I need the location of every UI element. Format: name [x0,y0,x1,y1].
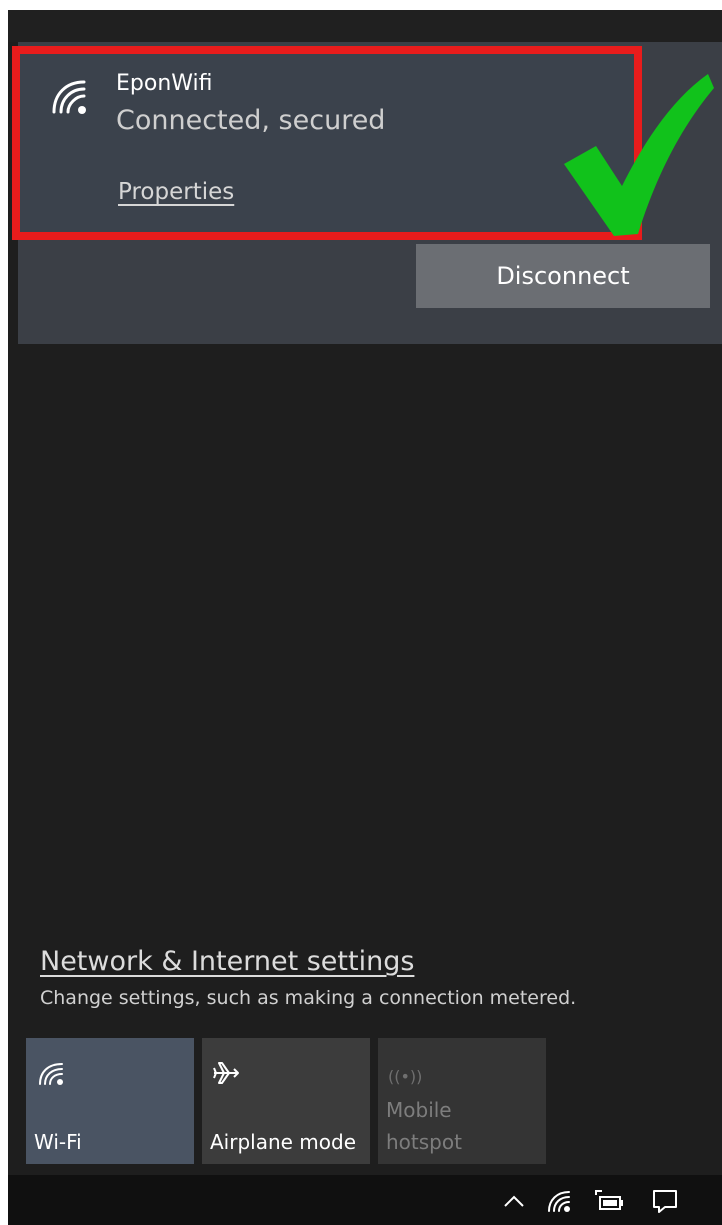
battery-icon[interactable] [590,1187,626,1215]
wifi-icon [39,1063,63,1085]
hotspot-tile-label-line1: Mobile [386,1098,452,1122]
checkmark-icon [564,74,714,236]
mobile-hotspot-tile[interactable]: ((•)) Mobile hotspot [378,1038,546,1164]
network-settings-description: Change settings, such as making a connec… [40,987,577,1009]
wifi-tile-label: Wi-Fi [34,1130,82,1154]
hotspot-icon: ((•)) [388,1067,423,1086]
network-settings-link[interactable]: Network & Internet settings [40,946,414,978]
airplane-icon [213,1062,239,1084]
hotspot-tile-label-line2: hotspot [386,1130,462,1154]
network-list-area [18,344,722,944]
taskbar [8,1175,722,1225]
disconnect-button[interactable]: Disconnect [416,244,710,308]
wifi-icon [52,80,86,114]
properties-link[interactable]: Properties [118,178,234,206]
wifi-icon[interactable] [544,1187,574,1215]
network-status: Connected, secured [116,105,386,136]
airplane-tile-label: Airplane mode [210,1130,357,1154]
chevron-up-icon[interactable] [500,1187,528,1215]
wifi-toggle-tile[interactable]: Wi-Fi [26,1038,194,1164]
airplane-mode-tile[interactable]: Airplane mode [202,1038,370,1164]
network-name: EponWifi [116,71,213,96]
notification-icon[interactable] [648,1187,682,1215]
network-flyout: EponWifi Connected, secured Properties D… [8,10,722,1225]
highlight-annotation [12,46,642,240]
top-strip [8,10,722,42]
